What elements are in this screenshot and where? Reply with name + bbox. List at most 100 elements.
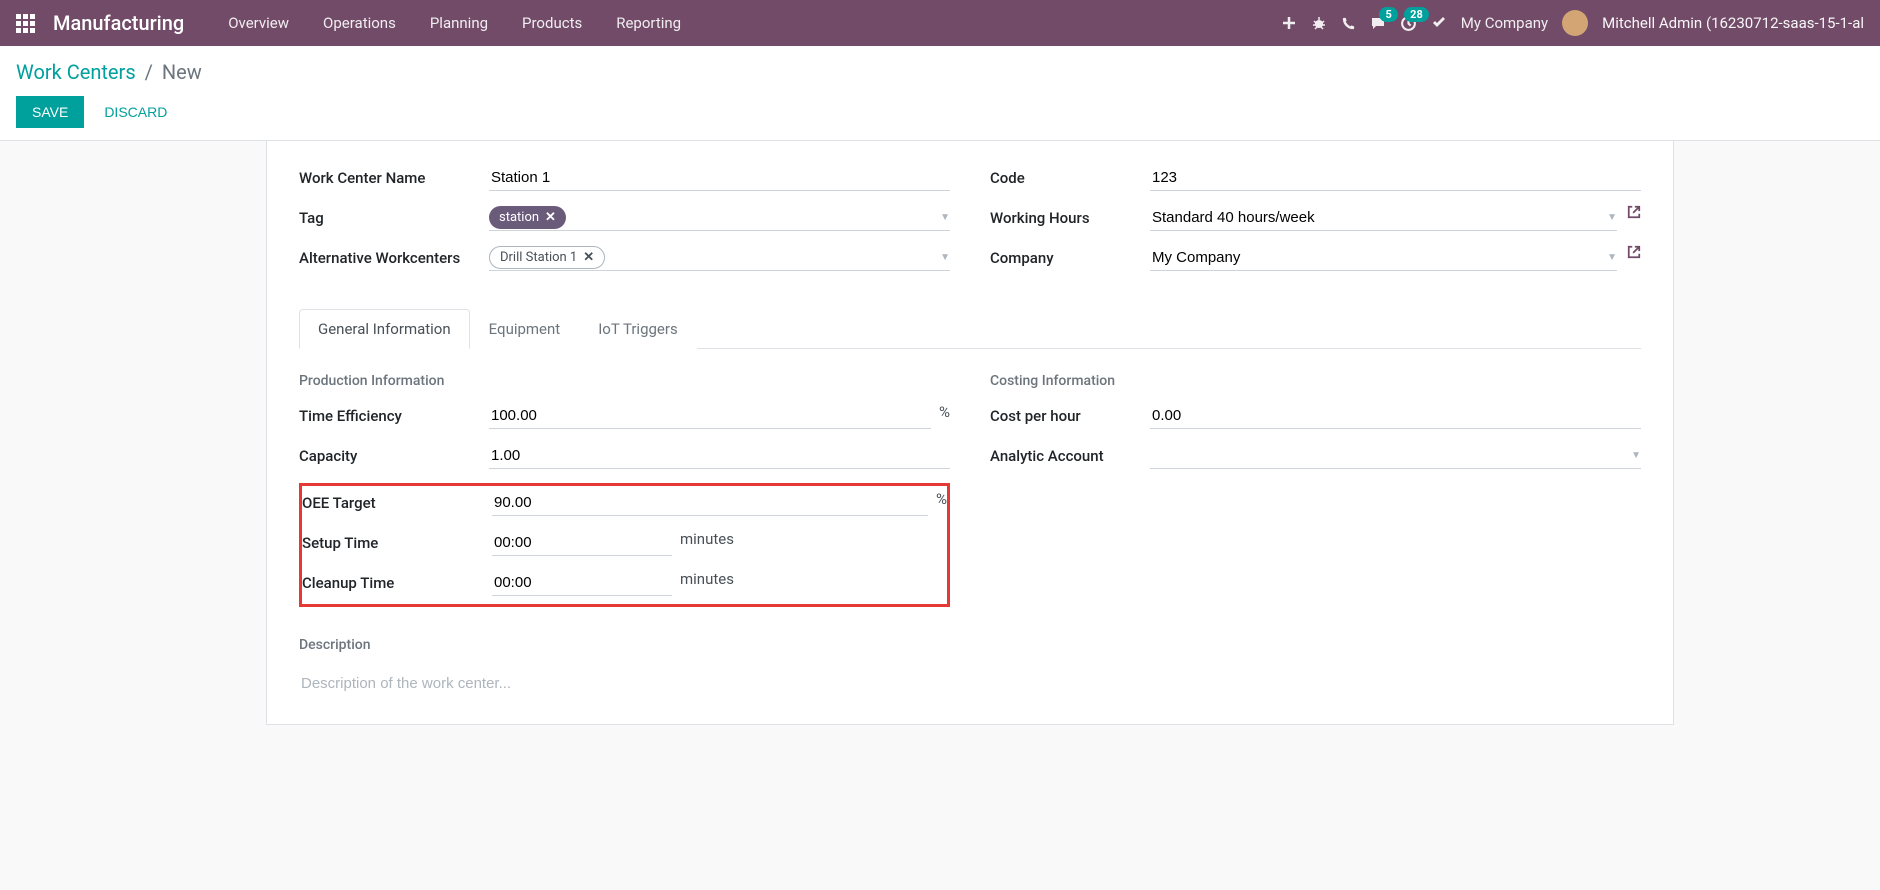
field-tag: Tag station✕ ▼ [299,205,950,235]
code-input[interactable] [1150,165,1641,191]
top-right: 5 28 My Company Mitchell Admin (16230712… [1281,10,1864,36]
code-label: Code [990,165,1150,187]
company-input-wrap[interactable]: ▼ [1150,245,1617,271]
tab-general-information[interactable]: General Information [299,309,470,349]
time-eff-label: Time Efficiency [299,403,489,425]
breadcrumb-parent[interactable]: Work Centers [16,60,136,84]
phone-icon[interactable] [1341,16,1356,31]
nav-overview[interactable]: Overview [212,6,305,40]
action-buttons: Save Discard [16,96,1864,140]
field-code: Code [990,165,1641,195]
prod-title: Production Information [299,373,950,389]
prod-col: Production Information Time Efficiency %… [299,373,950,607]
tag-remove-icon[interactable]: ✕ [545,210,556,225]
highlight-box: OEE Target % Setup Time minutes Cleanup … [299,483,950,607]
pct-unit: % [939,403,950,421]
external-link-icon[interactable] [1627,205,1641,223]
user-menu[interactable]: Mitchell Admin (16230712-saas-15-1-al [1602,14,1864,32]
capacity-input[interactable] [489,443,950,469]
field-cleanup-time: Cleanup Time minutes [302,570,947,600]
topbar: Manufacturing Overview Operations Planni… [0,0,1880,46]
save-button[interactable]: Save [16,96,84,128]
oee-input[interactable] [492,490,928,516]
apps-icon[interactable] [16,14,35,33]
field-setup-time: Setup Time minutes [302,530,947,560]
hours-input[interactable] [1150,205,1603,230]
field-time-efficiency: Time Efficiency % [299,403,950,433]
control-panel: Work Centers / New Save Discard [0,46,1880,141]
nav-operations[interactable]: Operations [307,6,412,40]
activities-icon[interactable]: 28 [1400,15,1417,32]
tabs: General Information Equipment IoT Trigge… [299,309,1641,349]
discard-button[interactable]: Discard [96,96,175,128]
messages-badge: 5 [1379,7,1397,22]
form-top: Work Center Name Tag station✕ ▼ Alternat… [299,165,1641,285]
form-left: Work Center Name Tag station✕ ▼ Alternat… [299,165,950,285]
desc-section: Description [299,637,1641,700]
alt-remove-icon[interactable]: ✕ [583,250,594,265]
tools-icon[interactable] [1431,15,1447,31]
breadcrumb-current: New [162,60,202,84]
user-avatar[interactable] [1562,10,1588,36]
analytic-input-wrap[interactable]: ▼ [1150,443,1641,469]
cleanup-input[interactable] [492,570,672,596]
tag-input[interactable] [566,205,936,230]
field-name: Work Center Name [299,165,950,195]
analytic-label: Analytic Account [990,443,1150,465]
minutes-unit: minutes [680,570,734,588]
chevron-down-icon[interactable]: ▼ [1607,212,1617,223]
breadcrumb-sep: / [145,60,153,84]
analytic-input[interactable] [1150,443,1627,468]
chevron-down-icon[interactable]: ▼ [1631,450,1641,461]
field-alt-workcenters: Alternative Workcenters Drill Station 1✕… [299,245,950,275]
bug-icon[interactable] [1311,15,1327,31]
tab-equipment[interactable]: Equipment [470,309,580,349]
oee-label: OEE Target [302,490,492,512]
field-cost-per-hour: Cost per hour [990,403,1641,433]
chevron-down-icon[interactable]: ▼ [940,212,950,223]
activities-badge: 28 [1404,7,1429,22]
name-label: Work Center Name [299,165,489,187]
plus-icon[interactable] [1281,15,1297,31]
tag-label: Tag [299,205,489,227]
field-oee-target: OEE Target % [302,490,947,520]
cph-input[interactable] [1150,403,1641,429]
pct-unit: % [936,490,947,508]
nav-planning[interactable]: Planning [414,6,504,40]
setup-label: Setup Time [302,530,492,552]
alt-input[interactable] [605,245,936,270]
tab-content-general: Production Information Time Efficiency %… [299,349,1641,700]
chevron-down-icon[interactable]: ▼ [1607,252,1617,263]
tab-iot-triggers[interactable]: IoT Triggers [579,309,696,349]
cost-col: Costing Information Cost per hour Analyt… [990,373,1641,607]
alt-pill[interactable]: Drill Station 1✕ [489,246,605,269]
cleanup-label: Cleanup Time [302,570,492,592]
app-brand[interactable]: Manufacturing [53,11,184,35]
hours-input-wrap[interactable]: ▼ [1150,205,1617,231]
field-company: Company ▼ [990,245,1641,275]
form-sheet: Work Center Name Tag station✕ ▼ Alternat… [266,141,1674,725]
name-input[interactable] [489,165,950,191]
alt-input-wrap[interactable]: Drill Station 1✕ ▼ [489,245,950,271]
time-eff-input[interactable] [489,403,931,429]
alt-label: Alternative Workcenters [299,245,489,267]
chevron-down-icon[interactable]: ▼ [940,252,950,263]
tag-input-wrap[interactable]: station✕ ▼ [489,205,950,231]
cost-title: Costing Information [990,373,1641,389]
description-input[interactable] [299,667,1641,700]
minutes-unit: minutes [680,530,734,548]
field-working-hours: Working Hours ▼ [990,205,1641,235]
company-selector[interactable]: My Company [1461,14,1548,32]
hours-label: Working Hours [990,205,1150,227]
capacity-label: Capacity [299,443,489,465]
desc-title: Description [299,637,1641,653]
messages-icon[interactable]: 5 [1370,15,1386,31]
nav-products[interactable]: Products [506,6,598,40]
tag-pill[interactable]: station✕ [489,206,566,229]
field-capacity: Capacity [299,443,950,473]
external-link-icon[interactable] [1627,245,1641,263]
company-input[interactable] [1150,245,1603,270]
top-nav: Overview Operations Planning Products Re… [212,6,697,40]
setup-input[interactable] [492,530,672,556]
nav-reporting[interactable]: Reporting [600,6,697,40]
